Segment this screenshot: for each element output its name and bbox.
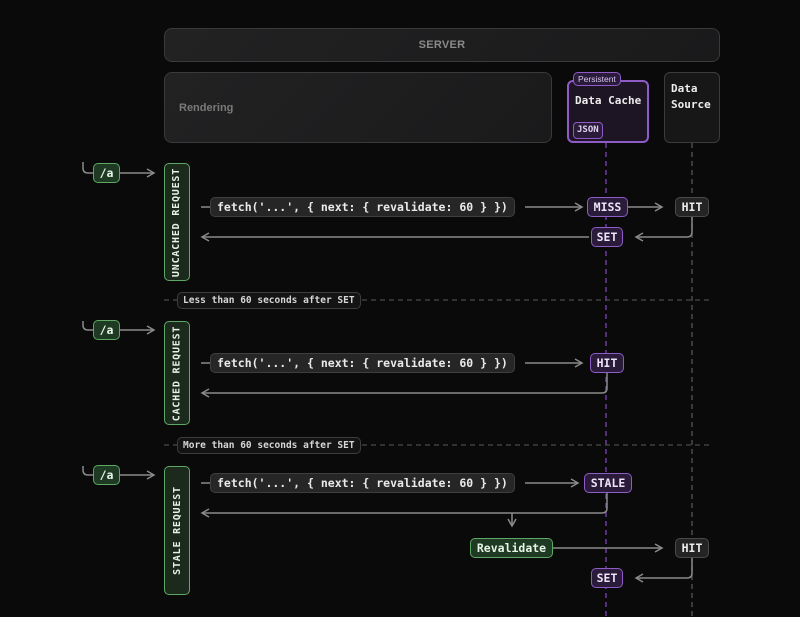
route-badge: /a <box>93 320 120 340</box>
revalidate-badge: Revalidate <box>470 538 553 558</box>
cached-request-label: CACHED REQUEST <box>164 321 190 425</box>
fetch-call: fetch('...', { next: { revalidate: 60 } … <box>210 473 515 493</box>
source-hit-badge: HIT <box>675 197 709 217</box>
rendering-panel: Rendering <box>164 72 552 143</box>
fetch-call: fetch('...', { next: { revalidate: 60 } … <box>210 197 515 217</box>
section-label-text: CACHED REQUEST <box>171 325 183 421</box>
section-label-text: UNCACHED REQUEST <box>171 167 183 277</box>
data-cache-title: Data Cache <box>575 94 642 107</box>
cache-miss-badge: MISS <box>587 197 628 217</box>
cache-set-badge: SET <box>591 227 623 247</box>
fetch-call: fetch('...', { next: { revalidate: 60 } … <box>210 353 515 373</box>
persistent-badge: Persistent <box>573 72 621 86</box>
data-source-box: Data Source <box>664 72 720 143</box>
server-header: SERVER <box>164 28 720 62</box>
section-label-text: STALE REQUEST <box>171 486 183 575</box>
data-source-title-line1: Data <box>671 82 698 95</box>
divider-label: Less than 60 seconds after SET <box>177 292 361 309</box>
stale-request-label: STALE REQUEST <box>164 466 190 595</box>
cache-hit-badge: HIT <box>590 353 624 373</box>
cache-stale-badge: STALE <box>584 473 632 493</box>
source-hit-badge: HIT <box>675 538 709 558</box>
divider-label: More than 60 seconds after SET <box>177 437 361 454</box>
uncached-request-label: UNCACHED REQUEST <box>164 163 190 281</box>
data-source-title-line2: Source <box>671 98 711 111</box>
route-badge: /a <box>93 163 120 183</box>
cache-set-badge: SET <box>591 568 623 588</box>
data-cache-box: Data Cache JSON <box>567 80 649 143</box>
route-badge: /a <box>93 465 120 485</box>
json-tag: JSON <box>573 122 603 139</box>
